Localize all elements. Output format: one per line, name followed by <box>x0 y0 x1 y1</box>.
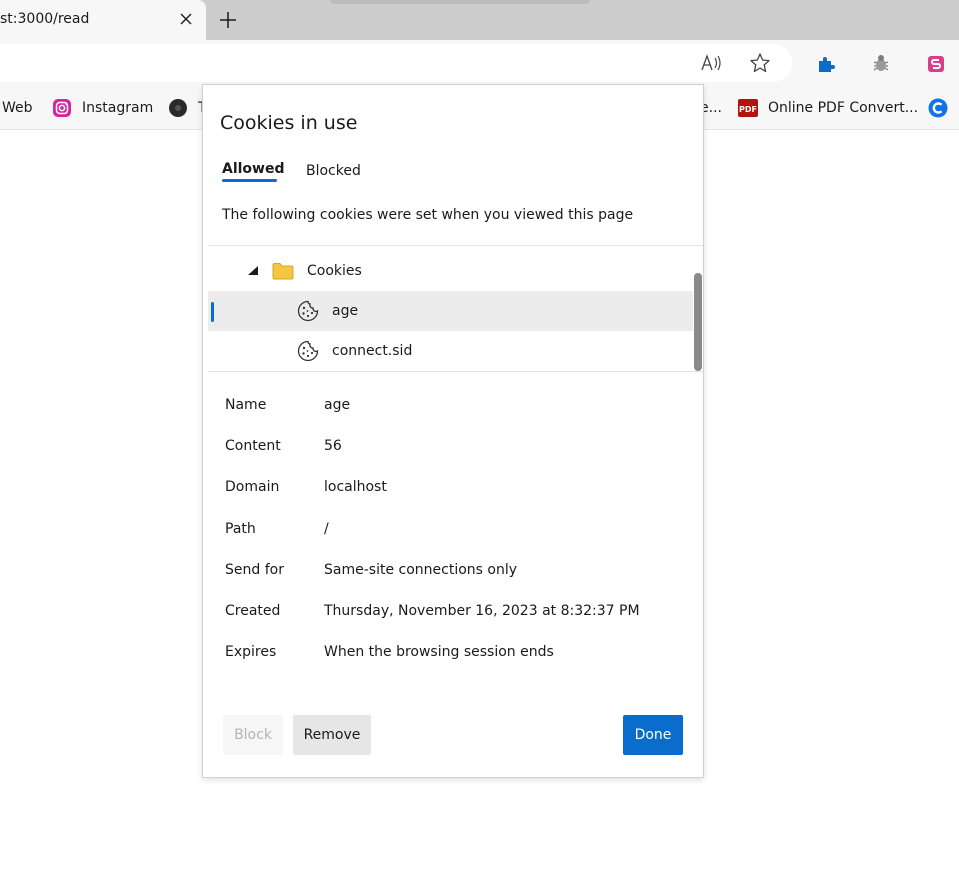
tab-strip: st:3000/read <box>0 0 959 40</box>
selection-indicator <box>211 302 214 322</box>
close-icon[interactable] <box>176 9 196 29</box>
tree-folder-label: Cookies <box>307 263 362 279</box>
bookmark-c[interactable] <box>928 86 958 130</box>
tree-folder-cookies[interactable]: Cookies <box>208 251 693 291</box>
s-logo-icon[interactable] <box>922 50 950 78</box>
bookmark-t[interactable]: T <box>168 86 207 130</box>
new-tab-button[interactable] <box>214 6 242 34</box>
detail-row-content: Content 56 <box>225 438 695 462</box>
cookies-in-use-dialog: Cookies in use Allowed Blocked The follo… <box>202 84 704 778</box>
toolbar <box>0 40 959 86</box>
detail-value: Same-site connections only <box>324 562 517 578</box>
done-button[interactable]: Done <box>623 715 683 755</box>
active-tab[interactable]: st:3000/read <box>0 0 206 40</box>
tab-shadow <box>330 0 590 4</box>
dialog-description: The following cookies were set when you … <box>222 207 634 223</box>
detail-row-send-for: Send for Same-site connections only <box>225 562 695 586</box>
block-button[interactable]: Block <box>223 715 283 755</box>
divider <box>208 371 703 372</box>
svg-text:PDF: PDF <box>739 105 757 114</box>
tab-allowed-underline <box>222 179 277 182</box>
cookie-icon <box>296 299 320 323</box>
remove-button[interactable]: Remove <box>293 715 371 755</box>
tab-title: st:3000/read <box>0 11 90 27</box>
pdf-icon: PDF <box>738 98 758 118</box>
tree-item-label: connect.sid <box>332 343 413 359</box>
detail-value: localhost <box>324 479 387 495</box>
detail-row-expires: Expires When the browsing session ends <box>225 644 695 668</box>
tab-allowed[interactable]: Allowed <box>222 161 285 177</box>
detail-row-name: Name age <box>225 397 695 421</box>
folder-icon <box>271 259 295 283</box>
star-icon[interactable] <box>746 49 774 77</box>
bookmark-web[interactable]: Web <box>2 86 33 130</box>
tree-item-connect-sid[interactable]: connect.sid <box>208 331 693 371</box>
detail-key: Name <box>225 397 267 413</box>
bookmark-label: Instagram <box>82 100 154 116</box>
detail-row-path: Path / <box>225 521 695 545</box>
dialog-title: Cookies in use <box>220 112 358 134</box>
detail-key: Path <box>225 521 256 537</box>
tree-item-age[interactable]: age <box>208 291 693 331</box>
circle-avatar-icon <box>168 98 188 118</box>
triangle-down-icon[interactable] <box>241 259 265 283</box>
detail-key: Send for <box>225 562 284 578</box>
bookmark-instagram[interactable]: Instagram <box>52 86 153 130</box>
tab-blocked[interactable]: Blocked <box>306 163 361 179</box>
detail-key: Domain <box>225 479 280 495</box>
c-logo-icon <box>928 98 948 118</box>
instagram-icon <box>52 98 72 118</box>
detail-key: Content <box>225 438 281 454</box>
address-bar[interactable] <box>0 44 792 82</box>
tree-item-label: age <box>332 303 359 319</box>
bookmark-pdf[interactable]: PDF Online PDF Convert... <box>738 86 918 130</box>
read-aloud-icon[interactable] <box>697 49 725 77</box>
puzzle-icon[interactable] <box>812 50 840 78</box>
divider <box>208 245 703 246</box>
detail-key: Expires <box>225 644 277 660</box>
bookmark-label: Web <box>2 100 33 116</box>
detail-value: / <box>324 521 329 537</box>
detail-row-created: Created Thursday, November 16, 2023 at 8… <box>225 603 695 627</box>
detail-value: When the browsing session ends <box>324 644 554 660</box>
bug-icon[interactable] <box>867 50 895 78</box>
bookmark-label: Online PDF Convert... <box>768 100 919 116</box>
detail-value: age <box>324 397 351 413</box>
detail-key: Created <box>225 603 281 619</box>
plus-icon <box>220 12 236 28</box>
scrollbar-thumb[interactable] <box>694 273 702 371</box>
detail-row-domain: Domain localhost <box>225 479 695 503</box>
detail-value: Thursday, November 16, 2023 at 8:32:37 P… <box>324 603 640 619</box>
tree-scrollbar[interactable] <box>693 273 702 371</box>
detail-value: 56 <box>324 438 342 454</box>
cookie-icon <box>296 339 320 363</box>
